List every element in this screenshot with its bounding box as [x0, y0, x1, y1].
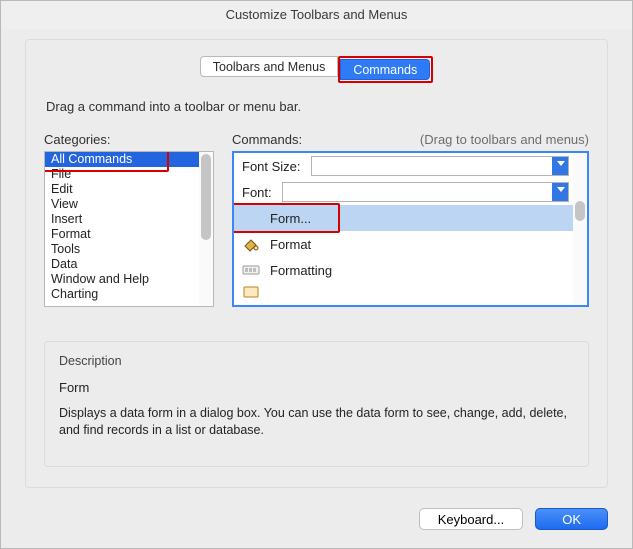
command-font-label: Font: [242, 185, 272, 200]
category-file[interactable]: File [45, 167, 213, 182]
commands-label: Commands: [232, 132, 302, 147]
categories-column: Categories: All Commands File Edit View … [44, 132, 214, 307]
tab-bar: Toolbars and Menus Commands [44, 56, 589, 83]
commands-scrollbar[interactable] [573, 153, 587, 305]
category-charting[interactable]: Charting [45, 287, 213, 302]
paint-bucket-icon [242, 235, 260, 253]
keyboard-button[interactable]: Keyboard... [419, 508, 524, 530]
category-edit[interactable]: Edit [45, 182, 213, 197]
description-text: Displays a data form in a dialog box. Yo… [59, 405, 574, 439]
category-format[interactable]: Format [45, 227, 213, 242]
dialog-body: Toolbars and Menus Commands Drag a comma… [25, 39, 608, 488]
ok-button[interactable]: OK [535, 508, 608, 530]
commands-scrollbar-thumb[interactable] [575, 201, 585, 221]
command-formatting-label: Formatting [270, 263, 332, 278]
command-font[interactable]: Font: [234, 179, 587, 205]
commands-header: Commands: (Drag to toolbars and menus) [232, 132, 589, 147]
description-heading: Description [59, 354, 574, 368]
command-partial-row[interactable] [234, 283, 587, 301]
category-data[interactable]: Data [45, 257, 213, 272]
description-panel: Description Form Displays a data form in… [44, 341, 589, 467]
command-formatting[interactable]: Formatting [234, 257, 587, 283]
font-size-combo[interactable] [311, 156, 569, 176]
category-all-commands[interactable]: All Commands [45, 152, 213, 167]
command-font-size-label: Font Size: [242, 159, 301, 174]
chevron-down-icon [557, 187, 565, 192]
categories-listbox[interactable]: All Commands File Edit View Insert Forma… [44, 151, 214, 307]
command-font-size[interactable]: Font Size: [234, 153, 587, 179]
customize-toolbars-window: Customize Toolbars and Menus Toolbars an… [0, 0, 633, 549]
highlight-commands-tab: Commands [338, 56, 433, 83]
chevron-down-icon [557, 161, 565, 166]
window-title: Customize Toolbars and Menus [1, 1, 632, 29]
category-view[interactable]: View [45, 197, 213, 212]
command-format-label: Format [270, 237, 311, 252]
commands-listbox[interactable]: Font Size: Font: Form... [232, 151, 589, 307]
command-form-label: Form... [270, 211, 311, 226]
columns: Categories: All Commands File Edit View … [44, 132, 589, 307]
category-tools[interactable]: Tools [45, 242, 213, 257]
font-combo[interactable] [282, 182, 569, 202]
drag-hint: (Drag to toolbars and menus) [420, 132, 589, 147]
category-insert[interactable]: Insert [45, 212, 213, 227]
unknown-icon [242, 283, 260, 301]
tab-commands[interactable]: Commands [340, 59, 430, 80]
category-window-and-help[interactable]: Window and Help [45, 272, 213, 287]
dialog-footer: Keyboard... OK [419, 508, 608, 530]
categories-scrollbar[interactable] [199, 152, 213, 306]
command-format[interactable]: Format [234, 231, 587, 257]
description-command-name: Form [59, 380, 574, 395]
instruction-text: Drag a command into a toolbar or menu ba… [46, 99, 589, 114]
toolbar-icon [242, 261, 260, 279]
categories-scrollbar-thumb[interactable] [201, 154, 211, 240]
commands-column: Commands: (Drag to toolbars and menus) F… [232, 132, 589, 307]
command-form[interactable]: Form... [234, 205, 587, 231]
tab-toolbars-and-menus[interactable]: Toolbars and Menus [200, 56, 339, 77]
categories-label: Categories: [44, 132, 214, 147]
